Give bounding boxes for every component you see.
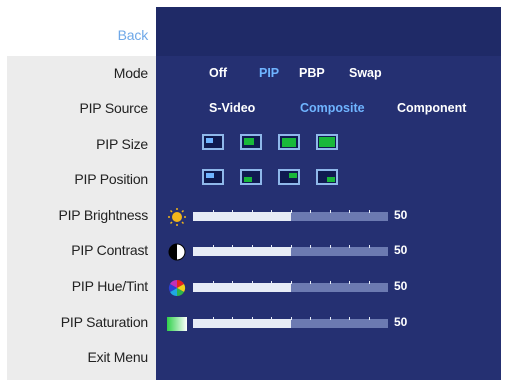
mode-option-pbp[interactable]: PBP [299,66,325,80]
contrast-slider-fill [193,247,291,256]
source-options: S-Video Composite Component [156,101,501,121]
menu-pip-hue[interactable]: PIP Hue/Tint [8,278,148,294]
saturation-slider-tick [212,317,214,320]
source-option-svideo[interactable]: S-Video [209,101,255,115]
hue-value: 50 [394,279,408,293]
pip-position-bottom-right[interactable] [316,169,338,185]
saturation-slider-tick [329,317,331,320]
contrast-icon [168,243,186,261]
contrast-slider-tick [290,245,292,248]
brightness-slider-tick [310,210,311,213]
saturation-slider-tick [349,317,350,320]
menu-exit[interactable]: Exit Menu [8,349,149,365]
menu-pip-saturation[interactable]: PIP Saturation [8,314,148,330]
pip-position-options [194,169,344,187]
saturation-slider-fill [193,319,291,328]
contrast-slider-tick [232,245,233,248]
contrast-row: 50 [156,241,501,263]
brightness-slider-tick [271,210,272,213]
contrast-slider-tick [271,245,272,248]
contrast-slider[interactable] [193,245,388,256]
brightness-slider-fill [193,212,291,221]
color-wheel-icon [168,279,186,297]
contrast-slider-tick [368,245,370,248]
brightness-slider-tick [212,210,214,213]
hue-slider-tick [290,281,292,284]
hue-slider-tick [329,281,331,284]
brightness-slider-tick [368,210,370,213]
pip-size-options [194,134,344,152]
menu-pip-position[interactable]: PIP Position [8,171,148,187]
pip-position-top-right[interactable] [278,169,300,185]
hue-slider-tick [310,281,311,284]
hue-slider-tick [212,281,214,284]
brightness-slider-tick [290,210,292,213]
hue-slider-tick [251,281,253,284]
contrast-slider-tick [212,245,214,248]
hue-slider-tick [232,281,233,284]
menu-pip-contrast[interactable]: PIP Contrast [8,242,148,258]
saturation-row: 50 [156,313,501,335]
saturation-slider-tick [310,317,311,320]
menu-pip-size[interactable]: PIP Size [8,136,148,152]
brightness-slider-tick [251,210,253,213]
brightness-slider[interactable] [193,210,388,221]
source-option-composite[interactable]: Composite [300,101,365,115]
mode-options: Off PIP PBP Swap [156,66,501,86]
saturation-slider-tick [251,317,253,320]
osd-panel: Off PIP PBP Swap S-Video Composite Compo… [156,7,501,380]
osd-menu: Back Mode PIP Source PIP Size PIP Positi… [7,7,156,380]
saturation-slider-tick [232,317,233,320]
osd-window: Back Mode PIP Source PIP Size PIP Positi… [7,7,501,380]
contrast-value: 50 [394,243,408,257]
pip-position-top-left[interactable] [202,169,224,185]
contrast-slider-tick [349,245,350,248]
contrast-slider-tick [329,245,331,248]
menu-pip-brightness[interactable]: PIP Brightness [8,207,148,223]
panel-header [156,7,501,56]
brightness-slider-tick [349,210,350,213]
saturation-slider-tick [290,317,292,320]
saturation-value: 50 [394,315,408,329]
saturation-gradient-icon [167,317,187,331]
pip-size-medium[interactable] [240,134,262,150]
pip-size-small[interactable] [202,134,224,150]
menu-mode[interactable]: Mode [8,65,148,81]
saturation-slider-tick [368,317,370,320]
sun-icon [168,208,186,226]
hue-row: 50 [156,277,501,299]
pip-position-bottom-left[interactable] [240,169,262,185]
brightness-slider-tick [232,210,233,213]
pip-size-large[interactable] [278,134,300,150]
brightness-value: 50 [394,208,408,222]
mode-option-off[interactable]: Off [209,66,227,80]
hue-slider-fill [193,283,291,292]
saturation-slider-tick [271,317,272,320]
menu-back[interactable]: Back [7,7,156,56]
hue-slider-tick [349,281,350,284]
brightness-slider-tick [329,210,331,213]
saturation-slider[interactable] [193,317,388,328]
hue-slider[interactable] [193,281,388,292]
menu-pip-source[interactable]: PIP Source [8,100,148,116]
hue-slider-tick [368,281,370,284]
brightness-row: 50 [156,206,501,228]
mode-option-swap[interactable]: Swap [349,66,382,80]
pip-size-xlarge[interactable] [316,134,338,150]
mode-option-pip[interactable]: PIP [259,66,279,80]
source-option-component[interactable]: Component [397,101,466,115]
contrast-slider-tick [251,245,253,248]
contrast-slider-tick [310,245,311,248]
hue-slider-tick [271,281,272,284]
